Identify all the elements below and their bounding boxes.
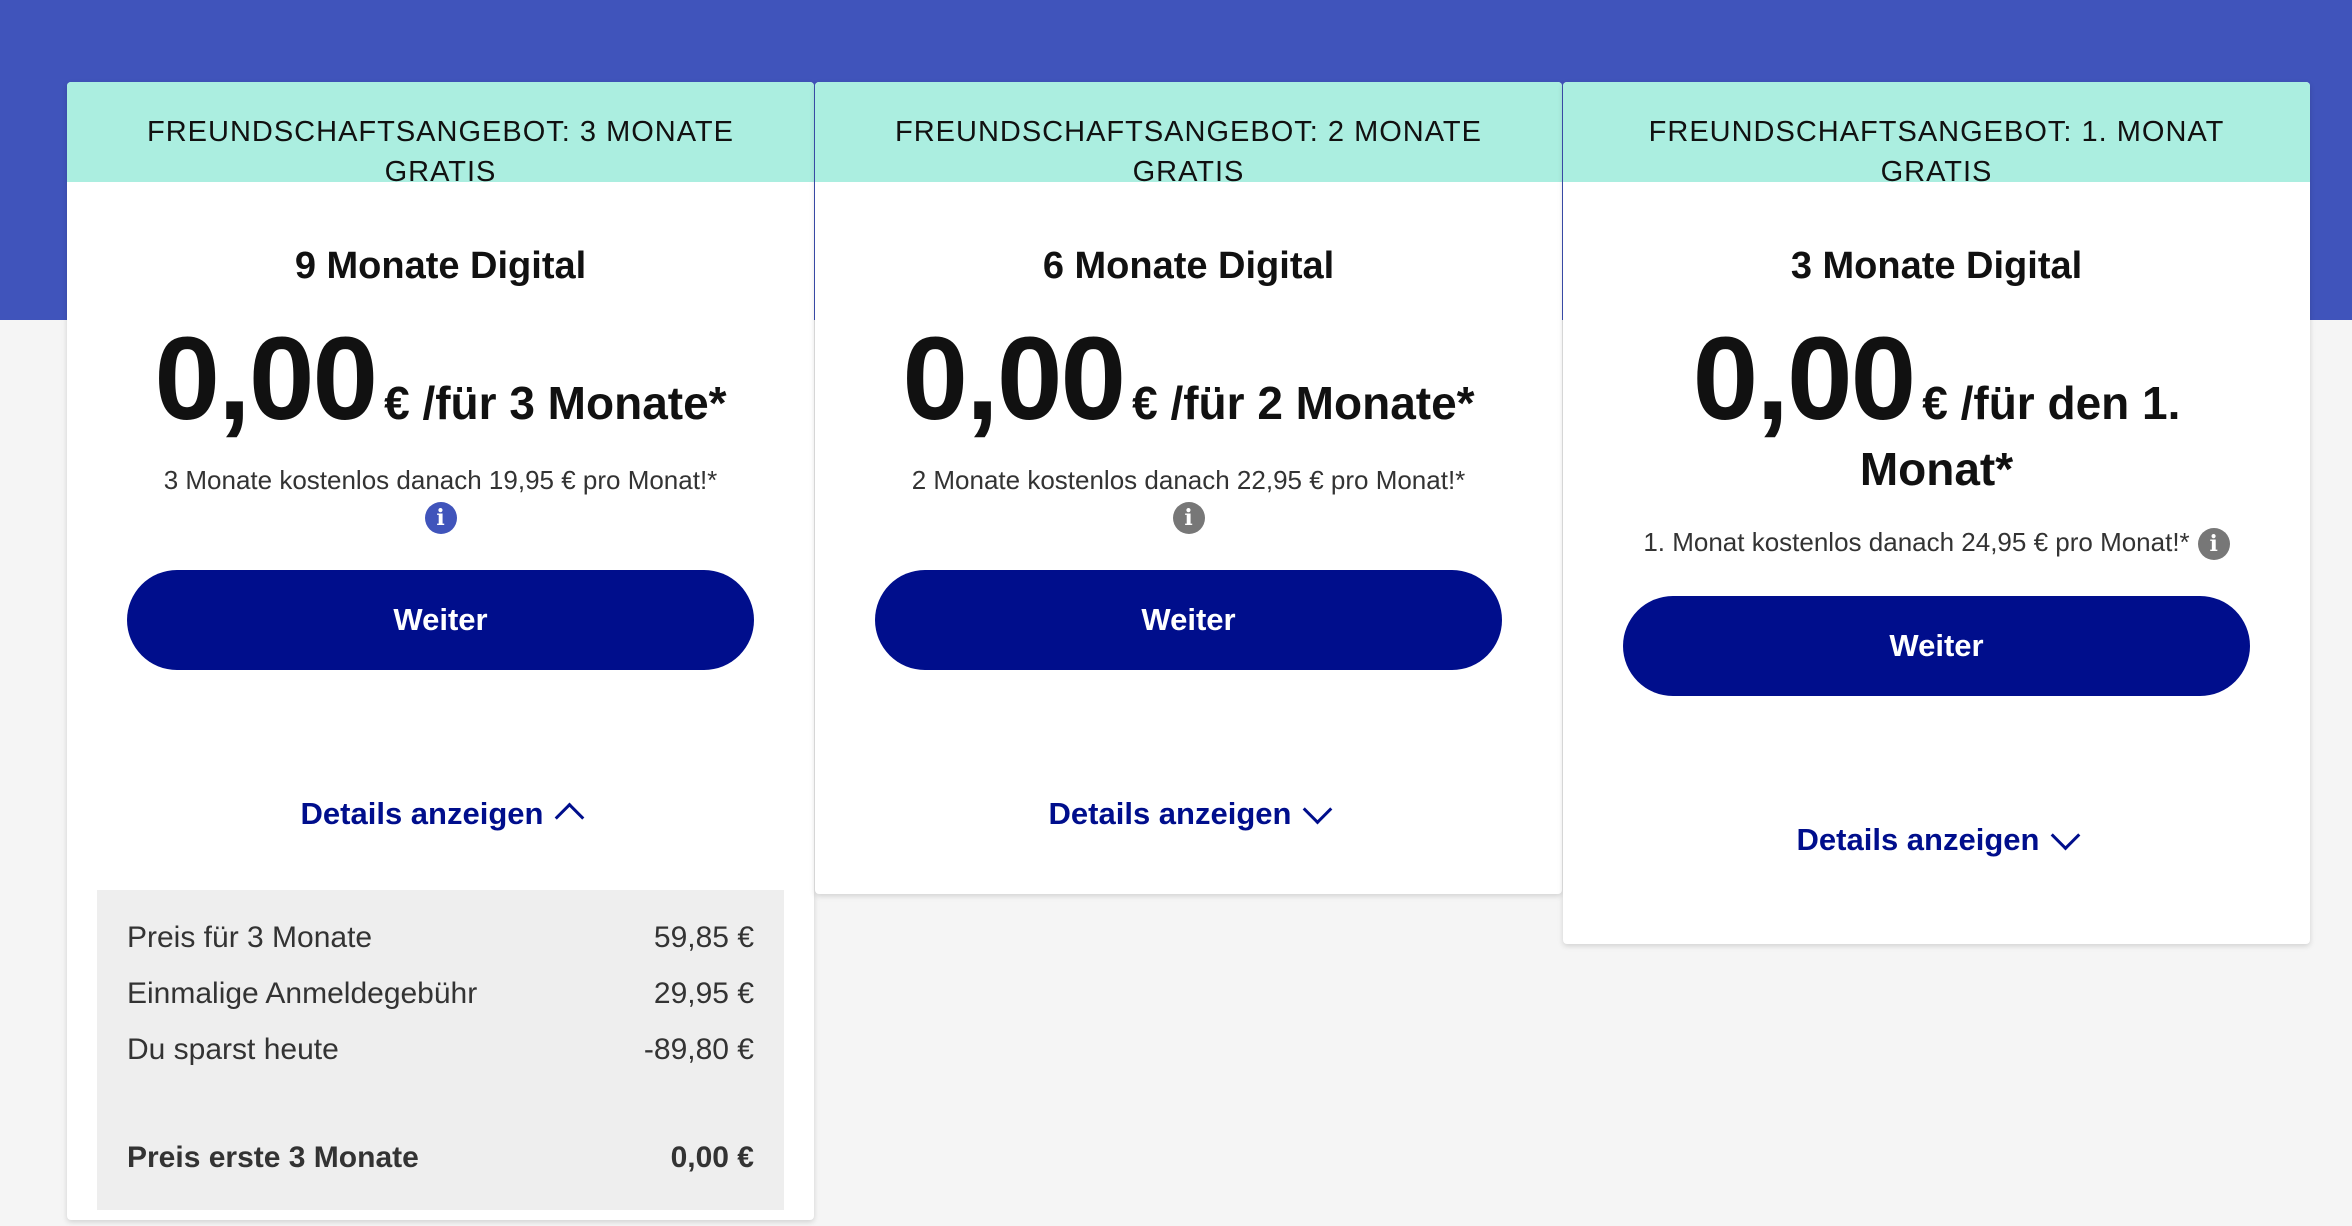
plan-card-6-months: FREUNDSCHAFTSANGEBOT: 2 MONATE GRATIS 6 …: [815, 82, 1562, 894]
offer-banner: FREUNDSCHAFTSANGEBOT: 2 MONATE GRATIS: [815, 82, 1562, 182]
price-amount: 0,00: [902, 313, 1126, 445]
detail-value: -89,80 €: [643, 1033, 754, 1066]
detail-value: 59,85 €: [653, 921, 754, 954]
detail-row: Einmalige Anmeldegebühr 29,95 €: [127, 966, 754, 1022]
price-amount: 0,00: [154, 313, 378, 445]
details-toggle[interactable]: Details anzeigen: [1563, 820, 2310, 860]
details-panel: Preis für 3 Monate 59,85 € Einmalige Anm…: [97, 890, 784, 1210]
plan-card-9-months: FREUNDSCHAFTSANGEBOT: 3 MONATE GRATIS 9 …: [67, 82, 814, 1220]
detail-label: Einmalige Anmeldegebühr: [127, 977, 478, 1010]
price-row: 0,00 € /für 2 Monate*: [815, 320, 1562, 438]
continue-button[interactable]: Weiter: [127, 570, 754, 670]
price-note-text: 1. Monat kostenlos danach 24,95 € pro Mo…: [1643, 527, 2190, 557]
price-row: 0,00 € /für 3 Monate*: [67, 320, 814, 438]
price-period: € /für 2 Monate*: [1132, 377, 1475, 429]
detail-row: Du sparst heute -89,80 €: [127, 1022, 754, 1078]
detail-label: Du sparst heute: [127, 1033, 339, 1066]
info-icon[interactable]: i: [424, 502, 457, 534]
plan-card-3-months: FREUNDSCHAFTSANGEBOT: 1. MONAT GRATIS 3 …: [1563, 82, 2310, 944]
detail-total-label: Preis erste 3 Monate: [127, 1141, 419, 1174]
price-note-text: 3 Monate kostenlos danach 19,95 € pro Mo…: [163, 465, 718, 495]
continue-button[interactable]: Weiter: [1623, 596, 2250, 697]
offer-banner: FREUNDSCHAFTSANGEBOT: 3 MONATE GRATIS: [67, 82, 814, 182]
chevron-down-icon: [1303, 794, 1333, 825]
detail-value: 29,95 €: [653, 977, 754, 1010]
detail-label: Preis für 3 Monate: [127, 921, 373, 954]
price-note: 2 Monate kostenlos danach 22,95 € pro Mo…: [815, 462, 1562, 534]
chevron-down-icon: [2051, 821, 2081, 851]
details-toggle-label: Details anzeigen: [300, 796, 544, 831]
price-note-text: 2 Monate kostenlos danach 22,95 € pro Mo…: [911, 465, 1466, 495]
info-icon[interactable]: i: [2197, 528, 2230, 561]
price-period: € /für 3 Monate*: [384, 377, 727, 429]
price-row: 0,00 € /für den 1. Monat*: [1563, 320, 2310, 500]
chevron-up-icon: [555, 802, 585, 833]
plan-title: 9 Monate Digital: [294, 245, 587, 287]
details-toggle-label: Details anzeigen: [1048, 796, 1292, 831]
continue-button[interactable]: Weiter: [875, 570, 1502, 670]
detail-row: Preis für 3 Monate 59,85 €: [127, 910, 754, 966]
details-toggle[interactable]: Details anzeigen: [815, 794, 1562, 834]
plan-title: 3 Monate Digital: [1790, 245, 2083, 287]
details-toggle[interactable]: Details anzeigen: [67, 794, 814, 834]
price-amount: 0,00: [1692, 313, 1917, 445]
detail-total-value: 0,00 €: [670, 1141, 754, 1174]
offer-banner: FREUNDSCHAFTSANGEBOT: 1. MONAT GRATIS: [1563, 82, 2310, 182]
detail-total-row: Preis erste 3 Monate 0,00 €: [127, 1130, 754, 1186]
info-icon[interactable]: i: [1172, 502, 1205, 534]
details-toggle-label: Details anzeigen: [1796, 822, 2040, 858]
price-note: 3 Monate kostenlos danach 19,95 € pro Mo…: [67, 462, 814, 534]
plan-title: 6 Monate Digital: [1042, 245, 1335, 287]
price-note: 1. Monat kostenlos danach 24,95 € pro Mo…: [1563, 524, 2310, 561]
